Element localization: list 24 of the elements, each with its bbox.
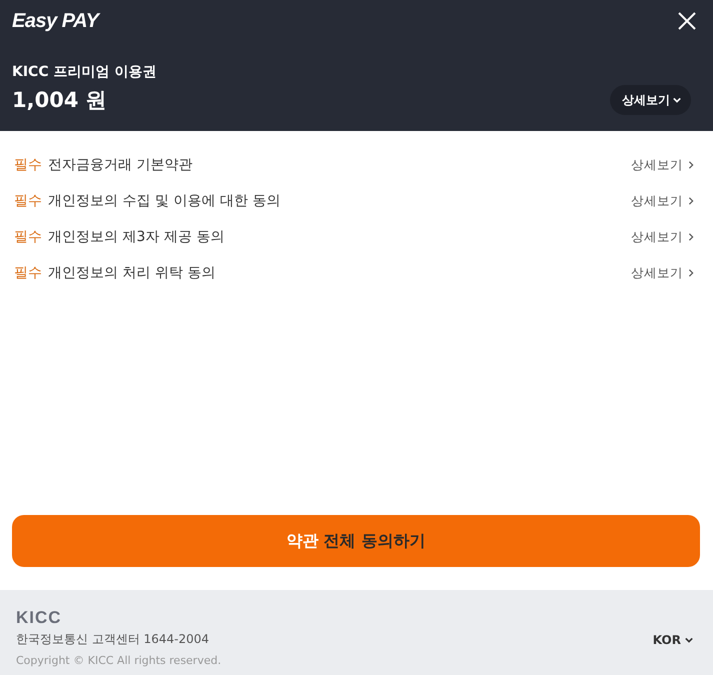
product-name: KICC 프리미엄 이용권 [12, 63, 158, 81]
caret-icon [673, 96, 681, 104]
details-link[interactable]: 상세보기 [631, 156, 695, 174]
chevron-icon [687, 269, 695, 277]
close-button[interactable] [677, 11, 697, 31]
details-link[interactable]: 상세보기 [631, 192, 695, 210]
details-button[interactable]: 상세보기 [610, 85, 691, 115]
caret-icon [685, 636, 693, 644]
price: 1,004 원 [12, 87, 107, 114]
details-link[interactable]: 상세보기 [631, 228, 695, 246]
app-logo: Easy PAY [12, 10, 98, 32]
details-link[interactable]: 상세보기 [631, 264, 695, 282]
agree-all-button[interactable]: 약관 전체 동의하기 [12, 515, 700, 567]
chevron-icon [687, 197, 695, 205]
chevron-icon [687, 161, 695, 169]
copyright-text: Copyright © KICC All rights reserved. [16, 654, 222, 667]
term-title: 필수 개인정보의 수집 및 이용에 대한 동의 [14, 192, 280, 210]
term-title: 필수 개인정보의 제3자 제공 동의 [14, 228, 224, 246]
term-title: 필수 전자금융거래 기본약관 [14, 156, 192, 174]
contact-text: 한국정보통신 고객센터 1644-2004 [16, 631, 210, 648]
company-logo: KICC [16, 608, 63, 628]
language-select[interactable]: KOR [652, 632, 693, 646]
chevron-icon [687, 233, 695, 241]
term-title: 필수 개인정보의 처리 위탁 동의 [14, 264, 216, 282]
